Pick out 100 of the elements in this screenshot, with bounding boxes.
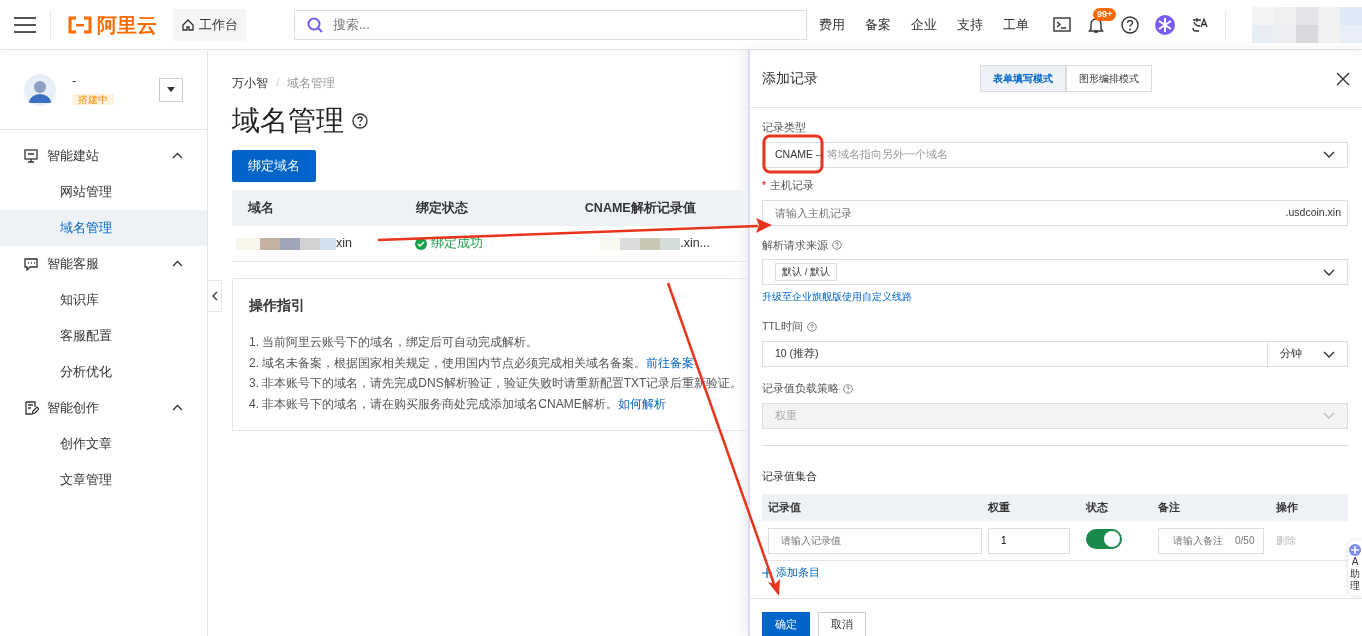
menu-item[interactable]: 客服配置: [0, 318, 207, 354]
required-mark: *: [762, 177, 767, 193]
search-icon: [306, 16, 323, 33]
menu-item[interactable]: 文章管理: [0, 462, 207, 498]
chevron-down-icon: [1323, 268, 1335, 276]
mode-tab[interactable]: 表单填写模式: [980, 65, 1066, 92]
column-header: 记录值: [767, 499, 802, 515]
assistant-icon[interactable]: [1155, 14, 1176, 35]
note-input[interactable]: 请输入备注 0/50: [1158, 527, 1264, 554]
host-record-input[interactable]: 请输入主机记录: [763, 200, 1286, 225]
ttl-field[interactable]: 10 (推荐): [762, 341, 1268, 367]
dropdown-button[interactable]: [159, 77, 183, 102]
menu-item[interactable]: 域名管理: [0, 210, 207, 246]
column-header: 操作: [1276, 499, 1299, 515]
assistant-icon: [1349, 544, 1361, 556]
chevron-down-icon: [1323, 350, 1335, 358]
drawer-title: 添加记录: [762, 69, 819, 88]
menu-group[interactable]: 智能客服: [0, 246, 207, 282]
field-label: 记录值负载策略: [762, 381, 839, 396]
guide-link[interactable]: 如何解析: [617, 396, 666, 411]
nav-link[interactable]: 费用: [819, 14, 846, 35]
field-label: TTL时间: [762, 319, 803, 335]
collapse-handle[interactable]: [208, 280, 222, 312]
char-count: 0/50: [1235, 534, 1255, 549]
chevron-left-icon: [211, 291, 218, 301]
section-title: 记录值集合: [762, 468, 818, 484]
nav-link[interactable]: 工单: [1003, 14, 1030, 35]
column-header: 权重: [988, 499, 1011, 515]
column-header: 状态: [1086, 499, 1109, 515]
tab-text: A: [1351, 556, 1359, 568]
field-label: 记录类型: [762, 120, 806, 135]
weight-input[interactable]: 1: [988, 527, 1070, 554]
terminal-icon[interactable]: [1053, 16, 1072, 33]
nav-link[interactable]: 备案: [865, 14, 892, 35]
nav-link[interactable]: 企业: [911, 14, 938, 35]
menu-item[interactable]: 网站管理: [0, 174, 207, 210]
assistant-tab[interactable]: A 助 理: [1348, 540, 1362, 596]
breadcrumb-separator: /: [276, 75, 280, 92]
domain-text: xin: [336, 235, 352, 253]
chat-icon: [24, 257, 39, 271]
host-record-field[interactable]: 请输入主机记录 .usdcoin.xin: [762, 199, 1348, 226]
menu-group[interactable]: 智能创作: [0, 390, 207, 426]
cname-text: .xin...: [680, 235, 711, 253]
workbench-button[interactable]: 工作台: [172, 8, 246, 41]
avatar-icon: [24, 73, 56, 106]
bind-domain-button[interactable]: 绑定域名: [232, 150, 316, 182]
caret-icon: [166, 86, 176, 93]
close-icon: [1336, 71, 1350, 86]
status-tag: 搭建中: [72, 94, 114, 106]
select-hint: 将域名指向另外一个域名: [826, 146, 949, 162]
chevron-down-icon: [1323, 151, 1335, 159]
breadcrumb-item[interactable]: 万小智: [232, 74, 268, 92]
profile-name: -: [72, 71, 78, 90]
logo-icon[interactable]: [66, 14, 93, 35]
highlight-box: [762, 134, 824, 174]
upgrade-link[interactable]: 升级至企业旗舰版使用自定义线路: [762, 289, 912, 305]
guide-title: 操作指引: [249, 296, 306, 315]
menu-icon[interactable]: [14, 15, 36, 34]
column-header: 备注: [1158, 499, 1181, 515]
select-tag: 默认 / 默认: [775, 263, 837, 282]
menu-group[interactable]: 智能建站: [0, 138, 207, 174]
search-field[interactable]: 搜索...: [293, 9, 808, 40]
unit-select[interactable]: 分钟: [1268, 341, 1348, 367]
record-value-input[interactable]: 请输入记录值: [768, 527, 982, 554]
home-icon: [180, 17, 195, 32]
tab-text: 助: [1350, 568, 1360, 580]
column-header: CNAME解析记录值: [584, 199, 697, 217]
page-title: 域名管理: [232, 104, 344, 138]
field-label: 解析请求来源: [762, 237, 828, 253]
notification-badge: 99+: [1093, 7, 1117, 21]
help-icon[interactable]: [1121, 15, 1140, 34]
plus-icon: [762, 568, 772, 579]
nav-link[interactable]: 支持: [957, 14, 984, 35]
domain-suffix: .usdcoin.xin: [1285, 204, 1342, 220]
chevron-down-icon: [1323, 412, 1335, 420]
edit-icon: [24, 401, 39, 415]
menu-item[interactable]: 知识库: [0, 282, 207, 318]
tab-text: 理: [1350, 580, 1360, 592]
source-select[interactable]: 默认 / 默认: [762, 259, 1348, 286]
help-icon[interactable]: [352, 113, 368, 129]
toggle-switch[interactable]: [1086, 528, 1122, 549]
mode-tab[interactable]: 图形编排模式: [1066, 65, 1152, 92]
confirm-button[interactable]: 确定: [762, 612, 810, 636]
close-button[interactable]: [1336, 71, 1350, 86]
field-label: 主机记录: [770, 177, 815, 193]
strategy-select: 权重: [762, 402, 1348, 429]
column-header: 域名: [246, 199, 275, 217]
menu-item[interactable]: 创作文章: [0, 426, 207, 462]
add-entry-link[interactable]: 添加条目: [762, 565, 820, 581]
monitor-icon: [24, 149, 39, 163]
check-icon: [415, 237, 428, 250]
column-header: 绑定状态: [415, 199, 469, 217]
guide-link[interactable]: 前往备案: [646, 355, 695, 370]
guide-text: 1. 当前阿里云账号下的域名，绑定后可自动完成解析。: [249, 334, 540, 351]
breadcrumb-item: 域名管理: [287, 75, 336, 92]
menu-item[interactable]: 分析优化: [0, 354, 207, 390]
cancel-button[interactable]: 取消: [818, 612, 866, 636]
guide-text: 4. 非本账号下的域名，请在购买服务商处完成添加域名CNAME解析。如何解析: [249, 395, 667, 413]
guide-text: 2. 域名未备案，根据国家相关规定，使用国内节点必须完成相关域名备案。前往备案: [249, 354, 696, 372]
translate-icon[interactable]: [1191, 16, 1210, 33]
